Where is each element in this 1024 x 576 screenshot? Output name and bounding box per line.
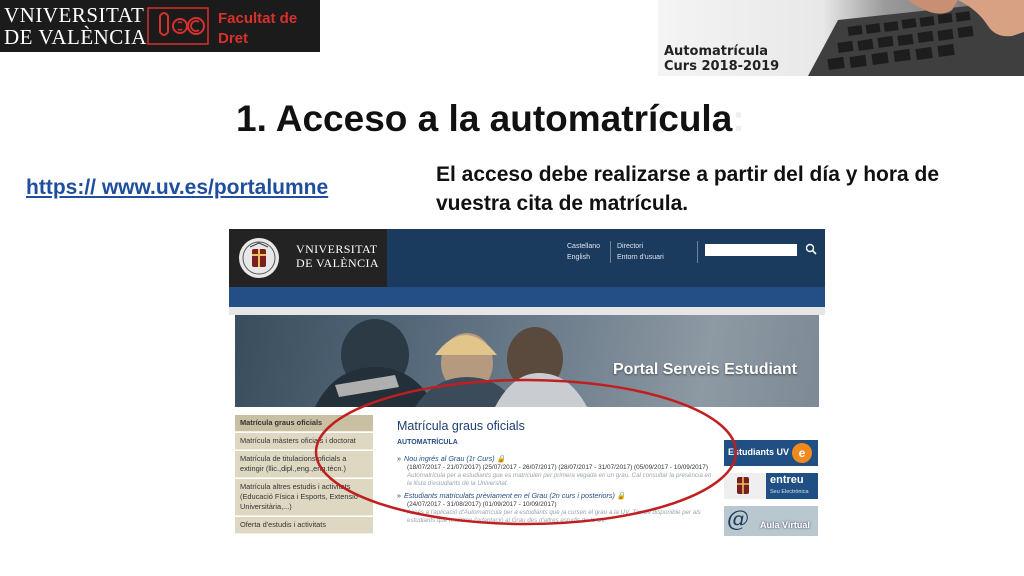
portal-search-input[interactable] (705, 244, 797, 256)
badge-label: Aula Virtual (760, 520, 810, 530)
portal-wordmark-line1: VNIVERSITAT (296, 242, 378, 256)
entry-description: Accés a l'aplicació d'Automatrícula per … (407, 509, 701, 524)
portal-screenshot: VNIVERSITAT DE VALÈNCIA Castellano Engli… (229, 229, 825, 554)
badge-label: Estudiants UV (728, 447, 790, 457)
language-menu: Castellano English (567, 241, 600, 263)
entry-title: Estudiants matriculats prèviament en el … (404, 491, 615, 500)
e-logo-icon: e (792, 443, 812, 463)
slide-title-ghost: : (732, 98, 745, 139)
sidebar-item-oferta-estudis[interactable]: Oferta d'estudis i activitats (235, 517, 373, 534)
search-icon[interactable] (805, 243, 817, 255)
sidebar-item-titulacions-extingir[interactable]: Matrícula de titulacions oficials a exti… (235, 451, 373, 478)
keyboard-photo (808, 0, 1024, 76)
main-title: Matrícula graus oficials (397, 419, 525, 433)
entry-link-nou-ingres[interactable]: » Nou ingrés al Grau (1r Curs) 🔒 (397, 454, 715, 463)
hero-title: Portal Serveis Estudiant (612, 361, 797, 378)
bullet-icon: » (397, 491, 401, 500)
faculty-name-line2: Dret (218, 30, 249, 47)
list-item: » Nou ingrés al Grau (1r Curs) 🔒 (18/07/2… (397, 454, 715, 488)
university-wordmark: VNIVERSITAT DE VALÈNCIA (4, 3, 147, 49)
portal-hero-banner: Portal Serveis Estudiant (235, 315, 819, 407)
sidebar-item-graus-oficials[interactable]: Matrícula graus oficials (235, 415, 373, 432)
faculty-name: Facultat de Dret (218, 9, 318, 49)
portal-logo[interactable]: VNIVERSITAT DE VALÈNCIA (229, 229, 387, 287)
entreu-badge[interactable]: entreu Seu Electrònica (724, 473, 818, 499)
lock-icon: 🔒 (494, 454, 506, 463)
at-logo-icon: @ (727, 507, 749, 532)
badge-sublabel: Seu Electrònica (770, 489, 809, 495)
banner-caption-line1: Automatrícula (664, 44, 769, 59)
portal-link[interactable]: https:// www.uv.es/portalumne (26, 176, 328, 200)
slide-title: 1. Acceso a la automatrícula: (236, 98, 745, 140)
university-seal-icon (239, 238, 279, 278)
portal-wordmark: VNIVERSITAT DE VALÈNCIA (296, 242, 379, 270)
bullet-icon: » (397, 454, 401, 463)
university-name-line1: VNIVERSITAT (4, 3, 145, 27)
list-item: » Estudiants matriculats prèviament en el… (397, 491, 715, 525)
estudiants-uv-badge[interactable]: Estudiants UV e (724, 440, 818, 466)
portal-nav-band (229, 287, 825, 307)
nav-divider (697, 241, 698, 263)
entry-dates: (18/07/2017 - 21/07/2017) (25/07/2017 - … (407, 464, 708, 471)
lang-english-link[interactable]: English (567, 252, 600, 263)
nav-divider (610, 241, 611, 263)
banner-caption: Automatrícula Curs 2018-2019 (664, 44, 779, 74)
directori-link[interactable]: Directori (617, 241, 664, 252)
portal-topbar: VNIVERSITAT DE VALÈNCIA Castellano Engli… (229, 229, 825, 287)
course-banner: Automatrícula Curs 2018-2019 (658, 0, 1024, 76)
access-note: El acceso debe realizarse a partir del d… (436, 163, 940, 215)
portal-sidebar: Matrícula graus oficials Matrícula màste… (235, 415, 373, 535)
portal-main-content: Matrícula graus oficials AUTOMATRÍCULA »… (397, 415, 715, 528)
sidebar-item-masters-doctorat[interactable]: Matrícula màsters oficials i doctorat (235, 433, 373, 450)
aula-virtual-badge[interactable]: @ Aula Virtual (724, 506, 818, 536)
slide-title-text: 1. Acceso a la automatrícula (236, 98, 733, 139)
seal-icon (724, 473, 766, 499)
main-subtitle: AUTOMATRÍCULA (397, 439, 458, 446)
banner-caption-line2: Curs 2018-2019 (664, 59, 780, 74)
portal-badges: Estudiants UV e entreu Seu Electrònica @… (724, 440, 818, 543)
entry-description: Automatrícula per a estudiants que es ma… (407, 472, 712, 487)
directory-menu: Directori Entorn d'usuari (617, 241, 664, 263)
lang-castellano-link[interactable]: Castellano (567, 241, 600, 252)
faculty-seal-icon (147, 7, 209, 45)
entorn-usuari-link[interactable]: Entorn d'usuari (617, 252, 664, 263)
portal-wordmark-line2: DE VALÈNCIA (296, 256, 379, 270)
university-logo: VNIVERSITAT DE VALÈNCIA Facultat de Dret (0, 0, 320, 52)
lock-icon: 🔒 (614, 491, 626, 500)
faculty-name-line1: Facultat de (218, 10, 298, 27)
entry-title: Nou ingrés al Grau (1r Curs) (404, 454, 495, 463)
portal-spacer (229, 307, 825, 315)
entry-link-matriculats-previament[interactable]: » Estudiants matriculats prèviament en el… (397, 491, 715, 500)
entry-dates: (24/07/2017 - 31/08/2017) (01/09/2017 - … (407, 501, 557, 508)
university-name-line2: DE VALÈNCIA (4, 25, 147, 49)
badge-label: entreu (770, 474, 804, 486)
sidebar-item-altres-estudis[interactable]: Matrícula altres estudis i activitats (E… (235, 479, 373, 516)
